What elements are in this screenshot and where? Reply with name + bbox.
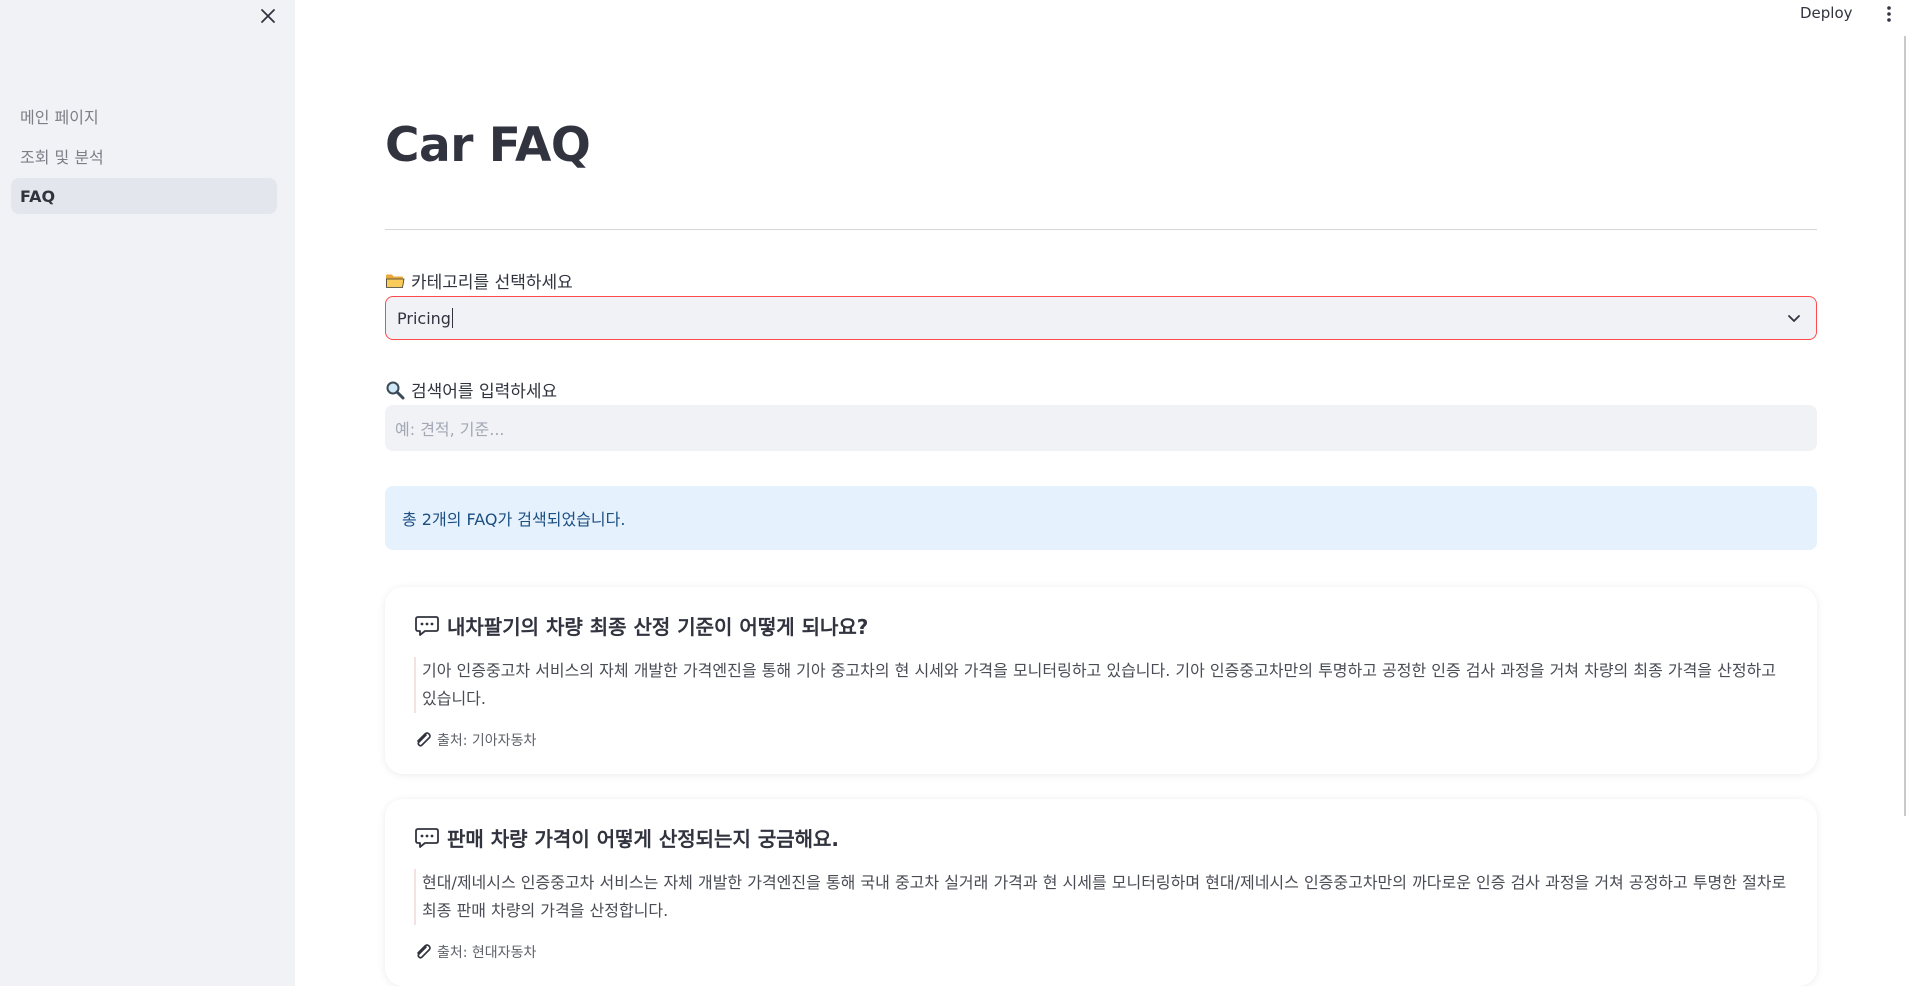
category-label-text: 카테고리를 선택하세요 (411, 273, 573, 293)
faq-question-text: 판매 차량 가격이 어떻게 산정되는지 궁금해요. (447, 827, 840, 851)
faq-source-text: 출처: 기아자동차 (437, 733, 537, 749)
close-sidebar-button[interactable] (254, 2, 282, 30)
scrollbar[interactable] (1904, 36, 1906, 816)
faq-question: 판매 차량 가격이 어떻게 산정되는지 궁금해요. (414, 823, 839, 852)
more-vertical-icon (1887, 6, 1891, 22)
faq-card: 판매 차량 가격이 어떻게 산정되는지 궁금해요. 현대/제네시스 인증중고차 … (385, 799, 1817, 986)
sidebar-item-label: 조회 및 분석 (20, 148, 104, 167)
text-cursor (451, 308, 453, 328)
divider (385, 229, 1817, 230)
result-info-alert: 총 2개의 FAQ가 검색되었습니다. (385, 486, 1817, 550)
category-label: 카테고리를 선택하세요 (385, 268, 573, 293)
faq-answer: 기아 인증중고차 서비스의 자체 개발한 가격엔진을 통해 기아 중고차의 현 … (414, 657, 1792, 713)
deploy-button[interactable]: Deploy (1800, 0, 1853, 26)
search-label: 검색어를 입력하세요 (385, 377, 557, 402)
sidebar-item-label: FAQ (20, 186, 56, 206)
faq-answer: 현대/제네시스 인증중고차 서비스는 자체 개발한 가격엔진을 통해 국내 중고… (414, 869, 1792, 925)
search-label-text: 검색어를 입력하세요 (411, 382, 558, 402)
search-placeholder: 예: 견적, 기준... (395, 420, 505, 439)
sidebar-nav: 메인 페이지 조회 및 분석 FAQ (11, 98, 277, 218)
magnifier-icon (386, 381, 405, 399)
close-icon (261, 9, 275, 23)
paperclip-icon (417, 944, 431, 959)
faq-question: 내차팔기의 차량 최종 산정 기준이 어떻게 되나요? (414, 611, 868, 640)
sidebar: 메인 페이지 조회 및 분석 FAQ (0, 0, 295, 986)
sidebar-item-search-analysis[interactable]: 조회 및 분석 (11, 138, 277, 174)
speech-bubble-icon (415, 827, 439, 848)
sidebar-item-main-page[interactable]: 메인 페이지 (11, 98, 277, 134)
folder-icon (386, 274, 405, 288)
faq-source-text: 출처: 현대자동차 (437, 945, 537, 961)
sidebar-item-faq[interactable]: FAQ (11, 178, 277, 214)
sidebar-item-label: 메인 페이지 (20, 108, 99, 127)
result-count-text: 총 2개의 FAQ가 검색되었습니다. (402, 510, 626, 529)
chevron-down-icon[interactable] (1786, 310, 1802, 326)
search-input[interactable]: 예: 견적, 기준... (385, 405, 1817, 451)
paperclip-icon (417, 732, 431, 747)
category-select[interactable]: Pricing (385, 296, 1817, 340)
main-menu-button[interactable] (1880, 2, 1898, 26)
faq-source: 출처: 현대자동차 (414, 942, 536, 962)
faq-source: 출처: 기아자동차 (414, 730, 536, 750)
faq-question-text: 내차팔기의 차량 최종 산정 기준이 어떻게 되나요? (447, 615, 869, 639)
category-select-value: Pricing (397, 308, 451, 328)
faq-card: 내차팔기의 차량 최종 산정 기준이 어떻게 되나요? 기아 인증중고차 서비스… (385, 587, 1817, 774)
page-title: Car FAQ (385, 118, 591, 173)
speech-bubble-icon (415, 615, 439, 636)
